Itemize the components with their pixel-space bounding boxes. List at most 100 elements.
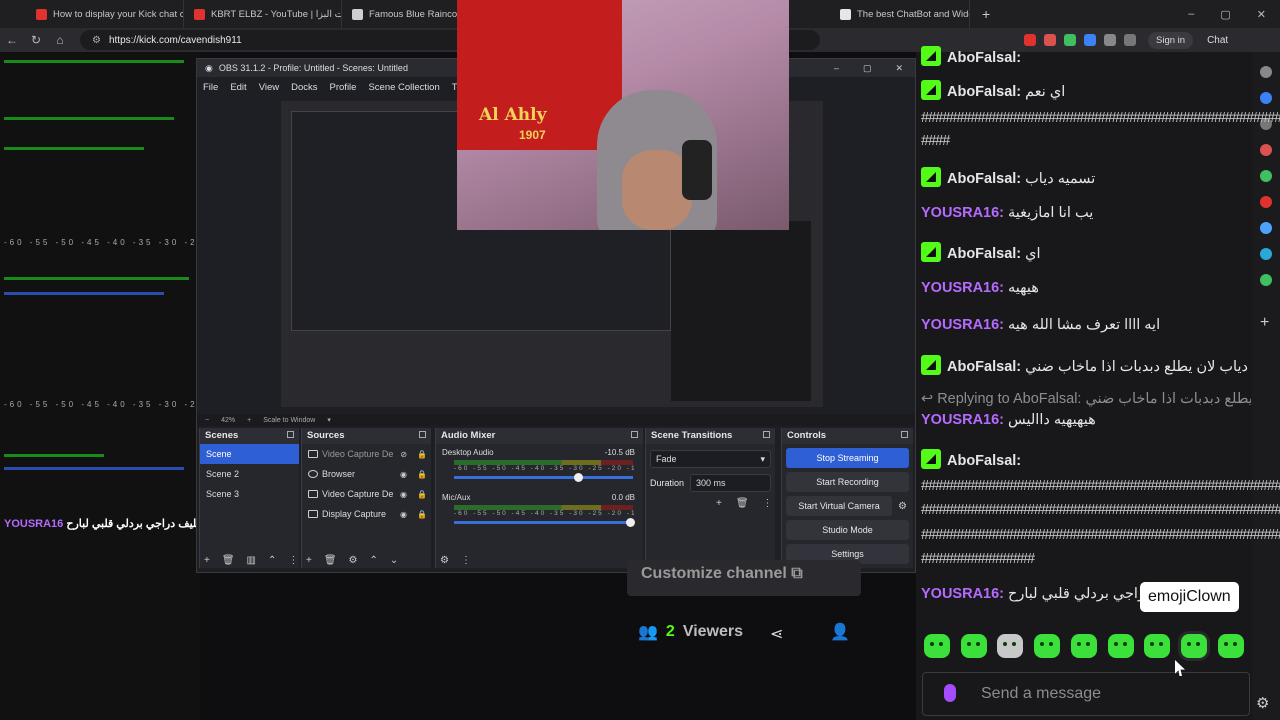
eye-icon[interactable]: ◉ — [400, 510, 407, 519]
emote-icon[interactable] — [1218, 634, 1244, 658]
add-icon[interactable]: + — [716, 498, 722, 509]
up-icon[interactable]: ⌃ — [370, 555, 378, 566]
eye-icon[interactable]: ◉ — [400, 470, 407, 479]
menu-docks[interactable]: Docks — [291, 82, 317, 93]
popout-icon[interactable] — [901, 431, 908, 438]
lock-icon[interactable]: 🔒 — [417, 490, 427, 499]
duration-field[interactable]: 300 ms — [690, 474, 771, 492]
scene-item[interactable]: Scene — [200, 444, 299, 464]
start-recording-button[interactable]: Start Recording — [786, 472, 909, 492]
scale-mode[interactable]: Scale to Window — [263, 417, 315, 424]
sign-in-button[interactable]: Sign in — [1148, 31, 1194, 49]
up-icon[interactable]: ⌃ — [268, 555, 276, 566]
scene-item[interactable]: Scene 3 — [200, 484, 299, 504]
chevron-down-icon[interactable]: ▾ — [327, 416, 331, 424]
studio-mode-button[interactable]: Studio Mode — [786, 520, 909, 540]
volume-slider[interactable] — [454, 473, 633, 482]
menu-edit[interactable]: Edit — [230, 82, 246, 93]
emoji-clown-icon[interactable] — [1181, 634, 1207, 658]
eye-icon[interactable]: ◉ — [400, 490, 407, 499]
browser-tab[interactable]: The best ChatBot and Widgets for — [830, 0, 970, 28]
popout-icon[interactable] — [763, 431, 770, 438]
source-item[interactable]: Browser ◉ 🔒 — [302, 464, 431, 484]
maximize-icon[interactable]: ▢ — [1220, 8, 1230, 21]
sidebar-icon[interactable] — [1260, 274, 1272, 286]
puzzle-icon[interactable] — [1104, 34, 1116, 46]
emote-icon[interactable] — [1071, 634, 1097, 658]
popout-icon[interactable] — [631, 431, 638, 438]
send-message-input[interactable]: Send a message — [922, 672, 1250, 716]
sidebar-icon[interactable] — [1260, 196, 1272, 208]
emote-icon[interactable] — [924, 634, 950, 658]
more-icon[interactable]: ⋮ — [288, 555, 298, 566]
transition-select[interactable]: Fade ▾ — [650, 450, 771, 468]
sidebar-icon[interactable] — [1260, 222, 1272, 234]
emote-icon[interactable] — [961, 634, 987, 658]
browser-tab[interactable]: How to display your Kick chat on .. — [26, 0, 184, 28]
site-info-icon[interactable]: ⚙ — [92, 35, 101, 46]
extension-icon[interactable] — [1084, 34, 1096, 46]
close-icon[interactable]: ✕ — [895, 63, 903, 74]
menu-view[interactable]: View — [259, 82, 279, 93]
share-icon[interactable]: ⋖ — [770, 624, 783, 644]
zoom-in-icon[interactable]: + — [247, 417, 251, 424]
add-icon[interactable]: + — [306, 555, 312, 566]
gear-icon[interactable]: ⚙ — [440, 555, 449, 566]
more-icon[interactable]: ⋮ — [763, 498, 773, 509]
start-virtual-camera-button[interactable]: Start Virtual Camera — [786, 496, 893, 516]
sidebar-icon[interactable] — [1260, 66, 1272, 78]
back-icon[interactable]: ← — [0, 33, 24, 47]
follow-user-icon[interactable]: 👤 — [830, 622, 850, 642]
trash-icon[interactable]: 🗑 — [222, 555, 235, 566]
lock-icon[interactable]: 🔒 — [417, 510, 427, 519]
down-icon[interactable]: ⌄ — [390, 555, 398, 566]
close-icon[interactable]: ✕ — [1257, 8, 1266, 21]
lock-icon[interactable]: 🔒 — [417, 470, 427, 479]
gear-icon[interactable]: ⚙ — [1256, 694, 1269, 712]
sidebar-icon[interactable] — [1260, 144, 1272, 156]
trash-icon[interactable]: 🗑 — [324, 555, 337, 566]
trash-icon[interactable]: 🗑 — [736, 498, 749, 509]
emote-icon[interactable] — [1034, 634, 1060, 658]
eye-off-icon[interactable]: ⊘ — [400, 450, 407, 459]
sidebar-icon[interactable] — [1260, 248, 1272, 260]
emote-icon[interactable] — [997, 634, 1023, 658]
source-item[interactable]: Video Capture De ◉ 🔒 — [302, 484, 431, 504]
maximize-icon[interactable]: ▢ — [863, 63, 872, 74]
extension-icon[interactable] — [1024, 34, 1036, 46]
home-icon[interactable]: ⌂ — [48, 33, 72, 47]
popout-icon[interactable] — [287, 431, 294, 438]
add-icon[interactable]: + — [204, 555, 210, 566]
extension-icon[interactable] — [1044, 34, 1056, 46]
customize-channel-button[interactable]: Customize channel ⧉ — [627, 560, 861, 596]
popout-icon[interactable] — [419, 431, 426, 438]
add-icon[interactable]: + — [1260, 314, 1269, 332]
extension-icon[interactable] — [1064, 34, 1076, 46]
star-icon[interactable] — [1124, 34, 1136, 46]
slider-knob[interactable] — [626, 518, 635, 527]
menu-file[interactable]: File — [203, 82, 218, 93]
new-tab-icon[interactable]: + — [982, 6, 990, 22]
browser-tab[interactable]: KBRT ELBZ - YouTube | كبرت البزا — [184, 0, 342, 28]
source-item[interactable]: Display Capture ◉ 🔒 — [302, 504, 431, 524]
gear-icon[interactable]: ⚙ — [898, 501, 907, 512]
gear-icon[interactable]: ⚙ — [349, 555, 358, 566]
microphone-icon[interactable] — [944, 684, 956, 702]
minimize-icon[interactable]: – — [834, 63, 839, 74]
stop-streaming-button[interactable]: Stop Streaming — [786, 448, 909, 468]
reload-icon[interactable]: ↻ — [24, 33, 48, 47]
chat-button[interactable]: Chat — [1207, 35, 1228, 46]
menu-scene-collection[interactable]: Scene Collection — [368, 82, 439, 93]
lock-icon[interactable]: 🔒 — [417, 450, 427, 459]
more-icon[interactable]: ⋮ — [461, 555, 471, 566]
scene-item[interactable]: Scene 2 — [200, 464, 299, 484]
source-item[interactable]: Video Capture De ⊘ 🔒 — [302, 444, 431, 464]
sidebar-icon[interactable] — [1260, 92, 1272, 104]
emote-icon[interactable] — [1108, 634, 1134, 658]
volume-slider[interactable] — [454, 518, 635, 527]
sidebar-icon[interactable] — [1260, 170, 1272, 182]
zoom-out-icon[interactable]: − — [205, 417, 209, 424]
slider-knob[interactable] — [574, 473, 583, 482]
filter-icon[interactable]: ▥ — [247, 555, 256, 566]
minimize-icon[interactable]: – — [1188, 8, 1194, 21]
